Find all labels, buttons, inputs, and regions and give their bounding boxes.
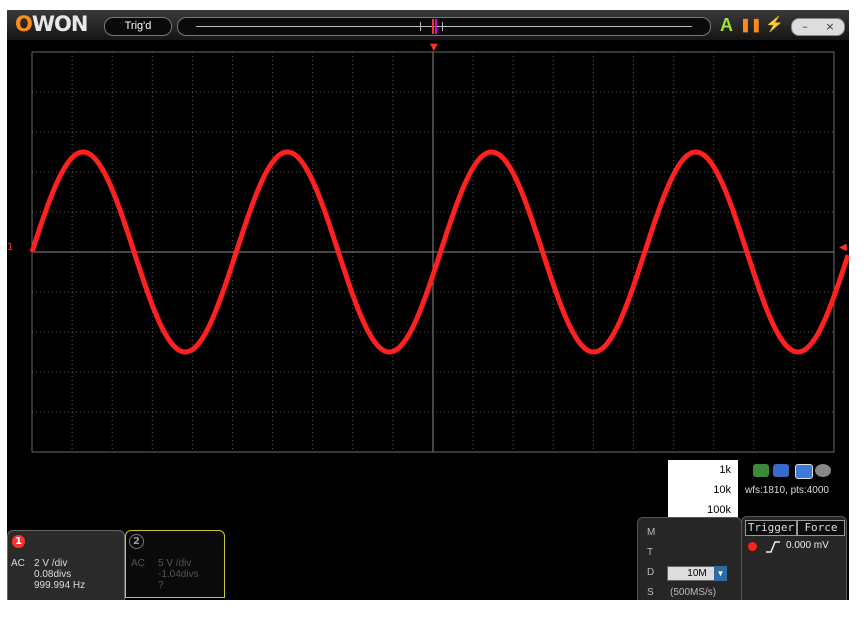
minimize-button[interactable]: – (793, 19, 817, 34)
acq-key: T (647, 547, 654, 558)
channel1-scale: 2 V /div (34, 558, 68, 569)
gear-icon[interactable] (815, 464, 831, 477)
channel1-coupling: AC (11, 558, 25, 569)
channel1-badge: 1 (12, 535, 25, 548)
channel1-offset: 0.08divs (34, 569, 72, 580)
channel2-frequency: ? (158, 580, 164, 591)
channel2-coupling: AC (131, 558, 145, 569)
autoset-icon[interactable]: A (720, 15, 733, 35)
close-button[interactable]: × (818, 19, 842, 34)
trigger-menu-button[interactable]: Trigger (745, 520, 797, 536)
depth-value: 10M (687, 568, 707, 579)
depth-select[interactable]: 10M ▼ (667, 566, 727, 581)
channel2-panel[interactable]: 2 AC 5 V /div -1.04divs ? (125, 530, 225, 598)
trigger-level-value[interactable]: 0.000 mV (786, 540, 829, 551)
channel1-panel[interactable]: 1 AC 2 V /div 0.08divs 999.994 Hz (7, 530, 125, 600)
oscilloscope-window: OWON Trig'd A ❚❚ ⚡ – × ▼ 1 ◀ wfs:1810, p… (7, 10, 849, 600)
acquisition-panel: M T D 10M ▼ S (500MS/s) (637, 517, 742, 600)
trigger-panel: Trigger Force 0.000 mV (741, 516, 847, 600)
graticule (31, 51, 835, 453)
trigger-position-arrow-icon[interactable]: ▼ (430, 42, 438, 53)
display-icon[interactable] (795, 464, 813, 479)
channel2-offset: -1.04divs (158, 569, 199, 580)
timebase-position-marker[interactable] (435, 19, 437, 34)
trigger-status-badge: Trig'd (104, 17, 172, 36)
waveform-display[interactable]: ▼ 1 ◀ (7, 40, 849, 460)
channel1-frequency: 999.994 Hz (34, 580, 86, 591)
acq-key: M (647, 527, 656, 538)
trigger-level-arrow-icon[interactable]: ◀ (839, 242, 847, 253)
acq-row-mode[interactable]: M (638, 523, 741, 543)
channel2-badge: 2 (129, 534, 144, 549)
probe-icon[interactable] (753, 464, 769, 477)
waveform-svg (29, 51, 849, 453)
force-trigger-button[interactable]: Force (797, 520, 845, 536)
acq-row-sample-rate: S (500MS/s) (638, 583, 741, 600)
logo-accent: O (15, 12, 33, 36)
acq-row-type[interactable]: T (638, 543, 741, 563)
rising-edge-icon[interactable] (765, 541, 781, 553)
owon-logo: OWON (15, 12, 89, 36)
acq-key: D (647, 567, 655, 578)
top-toolbar: OWON Trig'd A ❚❚ ⚡ – × (7, 10, 849, 40)
waveform-info: wfs:1810, pts:4000 (745, 485, 829, 496)
trigger-source-icon[interactable] (748, 542, 757, 551)
window-controls: – × (791, 18, 845, 36)
logo-rest: WON (31, 12, 89, 36)
run-stop-icon[interactable]: ❚❚ (740, 15, 762, 35)
single-trigger-icon[interactable]: ⚡ (765, 15, 784, 35)
dropdown-option[interactable]: 1k (668, 460, 738, 480)
trigger-position-marker[interactable] (432, 19, 434, 34)
chevron-down-icon[interactable]: ▼ (714, 566, 727, 581)
timeline-tick (442, 22, 443, 31)
acq-key: S (647, 587, 654, 598)
memory-timeline-bar[interactable] (177, 17, 711, 36)
channel1-ground-marker[interactable]: 1 (7, 242, 13, 253)
dropdown-option[interactable]: 10k (668, 480, 738, 500)
tool-icon-bar (751, 462, 847, 480)
timeline-tick (420, 22, 421, 31)
acq-row-depth[interactable]: D 10M ▼ (638, 563, 741, 583)
channel2-scale: 5 V /div (158, 558, 192, 569)
save-icon[interactable] (773, 464, 789, 477)
sample-rate-value: (500MS/s) (670, 587, 717, 598)
